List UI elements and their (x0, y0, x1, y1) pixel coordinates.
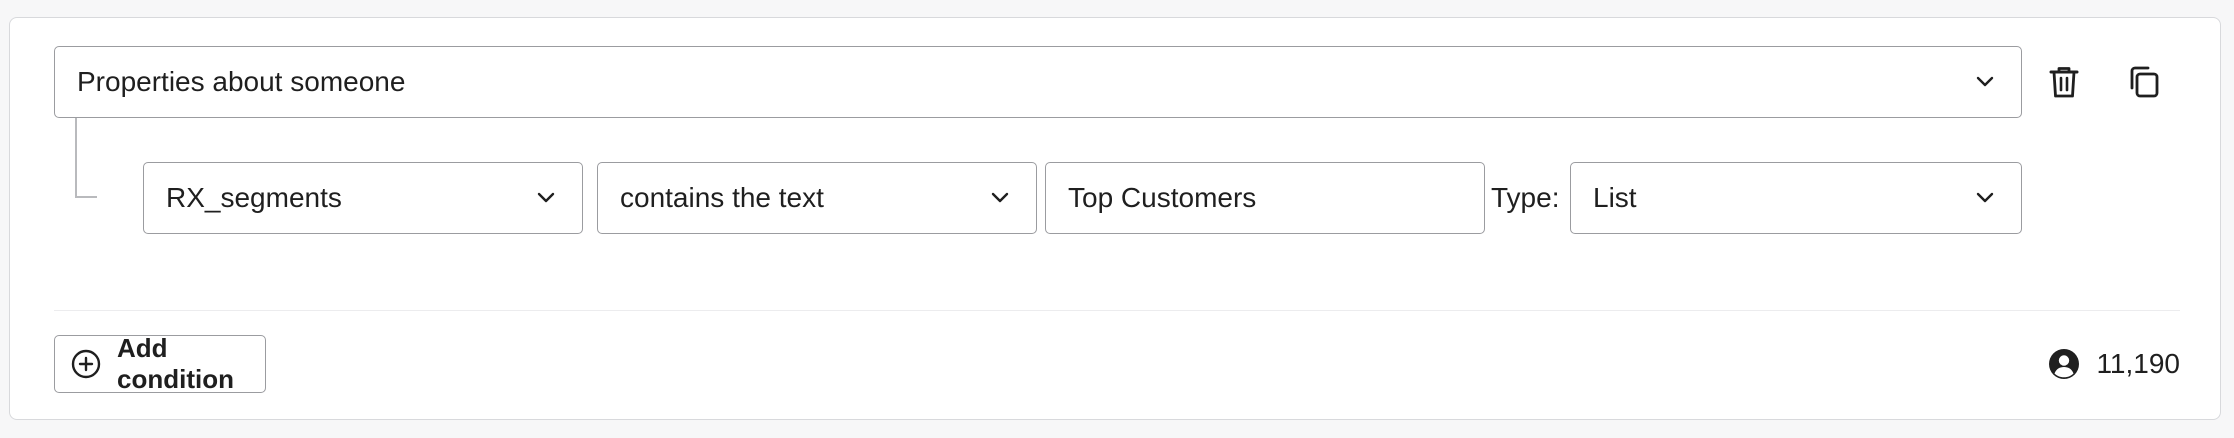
chevron-down-icon (1973, 70, 1997, 94)
condition-group-card: Properties about someone RX_segments con… (9, 17, 2221, 420)
source-select-value: Properties about someone (77, 66, 406, 97)
delete-group-button[interactable] (2042, 60, 2086, 104)
type-select[interactable]: List (1570, 162, 2022, 234)
add-condition-button[interactable]: Add condition (54, 333, 266, 394)
source-select[interactable]: Properties about someone (54, 46, 2022, 118)
type-select-value: List (1593, 182, 1637, 213)
value-input-text: Top Customers (1068, 182, 1257, 213)
copy-icon (2130, 66, 2159, 98)
add-condition-label: Add condition (117, 333, 234, 394)
person-circle-icon (2048, 348, 2080, 380)
operator-select[interactable]: contains the text (597, 162, 1037, 234)
profile-count-value: 11,190 (2096, 348, 2180, 379)
chevron-down-icon (1973, 186, 1997, 210)
condition-connector-line (75, 118, 97, 198)
chevron-down-icon (988, 186, 1012, 210)
property-select-value: RX_segments (166, 182, 342, 213)
type-label: Type: (1491, 182, 1560, 213)
duplicate-group-button[interactable] (2122, 60, 2166, 104)
trash-icon (2049, 67, 2079, 98)
property-select[interactable]: RX_segments (143, 162, 583, 234)
chevron-down-icon (534, 186, 558, 210)
value-input[interactable]: Top Customers (1045, 162, 1485, 234)
plus-circle-icon (71, 349, 101, 379)
operator-select-value: contains the text (620, 182, 824, 213)
section-divider (54, 310, 2180, 311)
profile-count: 11,190 (2048, 335, 2180, 393)
